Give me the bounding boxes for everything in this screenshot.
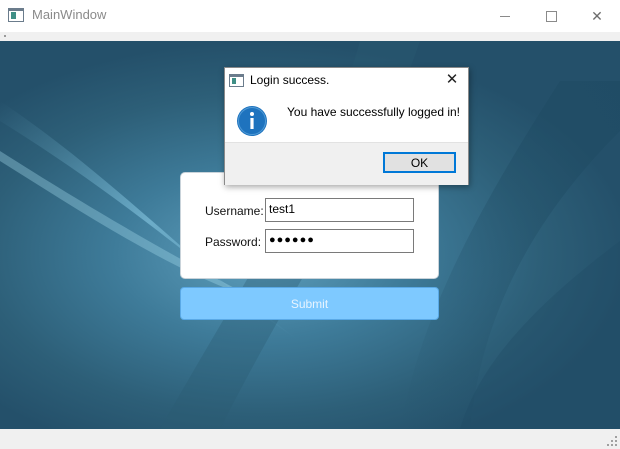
login-card: Username: test1 Password: ●●●●●● [180, 172, 439, 279]
maximize-button[interactable] [528, 0, 574, 32]
dialog-window-icon [229, 74, 244, 87]
app-window-icon [8, 8, 24, 22]
username-input[interactable]: test1 [265, 198, 414, 222]
login-success-dialog: Login success. ✕ You have successfully l… [224, 67, 469, 185]
dialog-message: You have successfully logged in! [287, 105, 461, 119]
menu-grip-icon [4, 35, 6, 37]
password-input[interactable]: ●●●●●● [265, 229, 414, 253]
dialog-button-bar: OK [225, 142, 468, 185]
resize-grip-icon[interactable] [607, 436, 617, 446]
submit-button[interactable]: Submit [180, 287, 439, 320]
dialog-titlebar: Login success. ✕ [225, 68, 468, 94]
password-label: Password: [205, 235, 262, 249]
close-icon: ✕ [591, 7, 603, 24]
status-bar [0, 429, 620, 449]
maximize-icon [545, 10, 557, 22]
dialog-close-button[interactable]: ✕ [444, 72, 460, 88]
minimize-button[interactable] [482, 0, 528, 32]
menu-bar [0, 32, 620, 41]
window-close-button[interactable]: ✕ [574, 0, 620, 32]
minimize-icon [500, 15, 510, 17]
dialog-title: Login success. [250, 73, 330, 87]
information-icon [237, 106, 267, 136]
window-title: MainWindow [32, 7, 107, 22]
ok-button[interactable]: OK [383, 152, 456, 173]
window-titlebar: MainWindow ✕ [0, 0, 620, 32]
username-label: Username: [205, 204, 264, 218]
